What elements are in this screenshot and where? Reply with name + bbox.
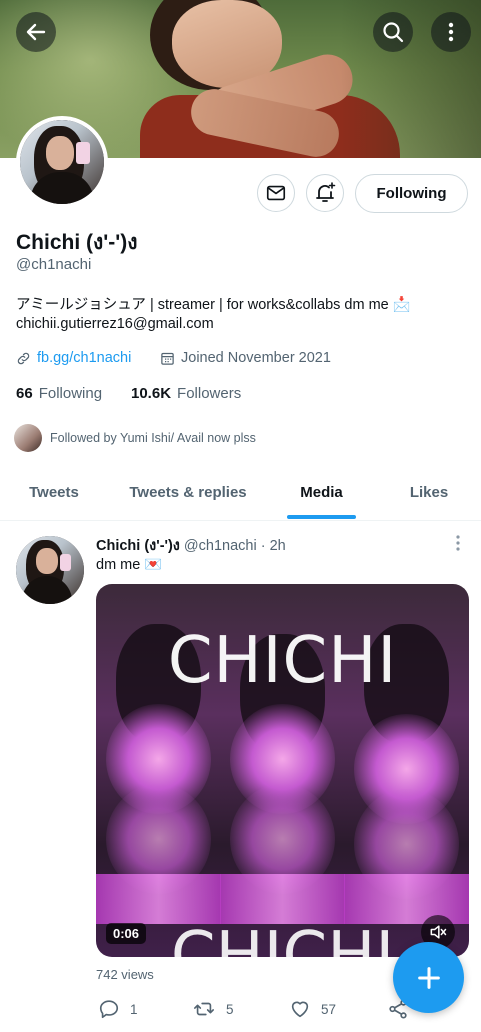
profile-avatar[interactable]	[16, 116, 108, 208]
reply-count: 1	[130, 1001, 138, 1017]
tab-tweets[interactable]: Tweets	[12, 465, 96, 519]
retweet-count: 5	[226, 1001, 234, 1017]
speaker-muted-icon	[430, 925, 447, 939]
following-count: 66	[16, 385, 33, 402]
calendar-icon	[161, 352, 174, 365]
followed-by-text: Followed by Yumi Ishi/ Avail now plss	[50, 431, 256, 445]
retweet-action[interactable]: 5	[192, 998, 234, 1020]
tweet-text: dm me 💌	[96, 557, 163, 573]
tweet-video[interactable]: CHICHI CHICHI	[96, 584, 469, 957]
followers-count: 10.6K	[131, 385, 172, 402]
back-button[interactable]	[16, 12, 56, 52]
tab-tweets-replies[interactable]: Tweets & replies	[115, 465, 261, 519]
followers-label: Followers	[177, 385, 242, 402]
active-tab-indicator	[287, 515, 356, 519]
following-button[interactable]: Following	[355, 174, 468, 213]
profile-bio: アミールジョシュア | streamer | for works&collabs…	[16, 297, 411, 313]
search-icon	[383, 22, 404, 43]
like-action[interactable]: 57	[289, 998, 336, 1020]
tweet-time: · 2h	[260, 538, 286, 554]
followed-by[interactable]: Followed by Yumi Ishi/ Avail now plss	[14, 424, 256, 452]
profile-link[interactable]: fb.gg/ch1nachi	[16, 350, 131, 366]
heart-icon	[291, 1001, 309, 1018]
link-icon	[17, 352, 30, 364]
video-duration: 0:06	[106, 923, 147, 944]
tweet-author-name[interactable]: Chichi (ง'-')ง	[96, 538, 180, 554]
message-button[interactable]	[257, 174, 295, 212]
mail-icon	[266, 185, 286, 201]
followers-stat[interactable]: 10.6K Followers	[131, 385, 241, 402]
following-stat[interactable]: 66 Following	[16, 385, 102, 402]
arrow-left-icon	[26, 23, 46, 41]
tweet-more-button[interactable]	[450, 533, 466, 553]
profile-tabs: Tweets Tweets & replies Media Likes	[0, 465, 481, 521]
video-title-text: CHICHI	[167, 624, 398, 698]
profile-name: Chichi (ง'-')ง	[16, 231, 138, 254]
retweet-icon	[194, 1002, 214, 1016]
more-vertical-icon	[456, 535, 460, 551]
following-label: Following	[38, 385, 103, 402]
reply-action[interactable]: 1	[98, 998, 138, 1020]
tweet-author-handle: @ch1nachi	[183, 538, 257, 554]
video-views: 742 views	[96, 967, 154, 982]
notifications-button[interactable]	[306, 174, 344, 212]
profile-email[interactable]: chichii.gutierrez16@gmail.com	[16, 316, 214, 332]
tweet-avatar[interactable]	[16, 536, 84, 604]
search-button[interactable]	[373, 12, 413, 52]
profile-handle: @ch1nachi	[16, 256, 92, 273]
like-count: 57	[321, 1001, 337, 1017]
compose-tweet-button[interactable]	[393, 942, 464, 1013]
joined-text: Joined November 2021	[181, 350, 331, 366]
joined-date: Joined November 2021	[160, 350, 331, 366]
more-vertical-icon	[448, 22, 454, 42]
tab-likes[interactable]: Likes	[392, 465, 466, 519]
profile-link-text[interactable]: fb.gg/ch1nachi	[37, 350, 131, 366]
tab-media[interactable]: Media	[282, 465, 361, 519]
more-button[interactable]	[431, 12, 471, 52]
tweet-header: Chichi (ง'-')ง @ch1nachi · 2h	[96, 534, 286, 557]
bell-plus-icon	[316, 182, 336, 202]
reply-icon	[99, 1000, 119, 1019]
plus-icon	[417, 966, 440, 989]
follower-avatar	[14, 424, 42, 452]
